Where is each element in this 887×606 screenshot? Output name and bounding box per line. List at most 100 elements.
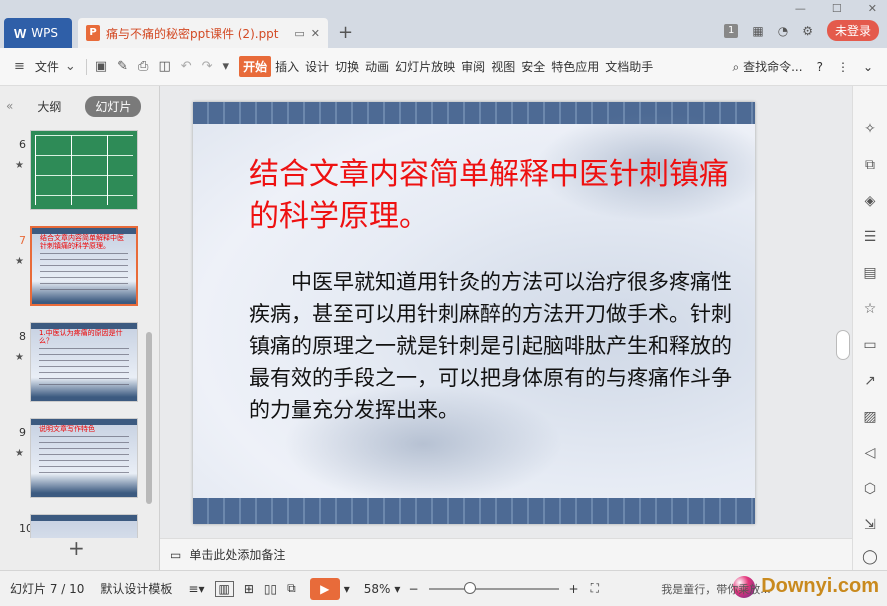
expand-icon[interactable]: ⇲ [861, 516, 879, 534]
save-icon[interactable]: ▣ [95, 59, 107, 74]
menu-insert[interactable]: 插入 [275, 58, 299, 75]
presenter-icon[interactable]: ⧉ [287, 581, 296, 596]
menu-security[interactable]: 安全 [521, 58, 545, 75]
login-button[interactable]: 未登录 [826, 20, 879, 41]
wps-home-tab[interactable]: W WPS [4, 18, 72, 48]
animation-star-icon: ★ [15, 448, 24, 459]
design-template-label[interactable]: 默认设计模板 [100, 580, 172, 597]
close-tab-icon[interactable]: ✕ [311, 27, 320, 40]
slide-thumbnail-row[interactable]: 9 ★ 说明文章写作特色 [0, 418, 150, 506]
skin-icon[interactable]: ◔ [778, 24, 788, 38]
add-slide-button[interactable]: + [68, 536, 85, 560]
table-preview [35, 135, 133, 205]
hamburger-icon[interactable]: ≡ [14, 59, 25, 74]
slide-thumbnail-row[interactable]: 6 ★ [0, 130, 150, 218]
slide-thumbnail-selected[interactable]: 结合文章内容简单解释中医针刺镇痛的科学原理。 [30, 226, 138, 306]
adjust-icon[interactable]: ☰ [861, 228, 879, 246]
slide-thumbnail-row[interactable]: 10 [0, 514, 150, 538]
current-slide[interactable]: 结合文章内容简单解释中医针刺镇痛的科学原理。 中医早就知道用针灸的方法可以治疗很… [193, 102, 755, 524]
zoom-in-icon[interactable]: + [569, 582, 579, 596]
print-preview-icon[interactable]: ◫ [158, 59, 170, 74]
monitor-icon[interactable]: ▭ [294, 27, 304, 40]
divider [85, 58, 87, 75]
more-icon[interactable]: ⋮ [837, 60, 849, 74]
slide-title[interactable]: 结合文章内容简单解释中医针刺镇痛的科学原理。 [249, 154, 739, 238]
slide-sorter-icon[interactable]: ⊞ [244, 582, 254, 596]
reading-view-icon[interactable]: ▯▯ [264, 582, 277, 596]
fit-window-icon[interactable]: ⛶ [591, 581, 599, 596]
slide-thumbnail[interactable]: 说明文章写作特色 [30, 418, 138, 498]
slide-counter: 幻灯片 7 / 10 [10, 582, 85, 596]
menu-special-apps[interactable]: 特色应用 [551, 58, 599, 75]
share-icon[interactable]: ↗ [861, 372, 879, 390]
file-menu[interactable]: 文件 [35, 58, 59, 75]
slide-thumbnail[interactable]: 1.中医认为疼痛的原因是什么？ [30, 322, 138, 402]
tab-slides[interactable]: 幻灯片 [85, 95, 142, 117]
panel-tabs: « 大纲 幻灯片 [0, 86, 159, 126]
animation-star-icon: ★ [15, 256, 24, 267]
window-count-badge[interactable]: 1 [724, 23, 739, 38]
zoom-level[interactable]: 58% [364, 582, 391, 596]
normal-view-icon[interactable]: ▥ [214, 580, 234, 597]
slide-thumbnail[interactable] [30, 130, 138, 210]
menu-review[interactable]: 审阅 [461, 58, 485, 75]
help-button[interactable]: ? [817, 60, 823, 74]
menu-slideshow[interactable]: 幻灯片放映 [395, 58, 455, 75]
document-tab[interactable]: P 痛与不痛的秘密ppt课件 (2).ppt ▭ ✕ [78, 18, 328, 48]
undo-icon[interactable]: ↶ [181, 59, 192, 74]
image-icon[interactable]: ▨ [861, 408, 879, 426]
redo-icon[interactable]: ↷ [202, 59, 213, 74]
more-dropdown-icon[interactable]: ▾ [223, 59, 230, 74]
new-tab-button[interactable]: + [338, 22, 353, 43]
slide-body-text[interactable]: 中医早就知道用针灸的方法可以治疗很多疼痛性疾病，甚至可以用针刺麻醉的方法开刀做手… [249, 266, 739, 426]
collapse-ribbon-icon[interactable]: ⌄ [863, 60, 873, 74]
menu-design[interactable]: 设计 [305, 58, 329, 75]
play-options-icon[interactable]: ▾ [344, 582, 350, 596]
close-window-icon[interactable]: ✕ [868, 2, 877, 15]
zoom-out-icon[interactable]: − [408, 582, 418, 596]
notes-toggle-icon[interactable]: ≡▾ [188, 582, 204, 596]
thumbnail-title: 说明文章写作特色 [39, 425, 95, 433]
notes-placeholder[interactable]: 单击此处添加备注 [189, 546, 285, 563]
wps-tab-label: WPS [31, 26, 58, 40]
slide-scrollbar[interactable] [836, 330, 850, 360]
slide-thumbnail-row[interactable]: 7 ★ 结合文章内容简单解释中医针刺镇痛的科学原理。 [0, 226, 150, 314]
print-icon[interactable]: ⎙ [138, 59, 148, 74]
menu-view[interactable]: 视图 [491, 58, 515, 75]
notes-bar[interactable]: ▭ 单击此处添加备注 [160, 538, 852, 570]
box-icon[interactable]: ▭ [861, 336, 879, 354]
shield-icon[interactable]: ⬡ [861, 480, 879, 498]
template-icon[interactable]: ▤ [861, 264, 879, 282]
audio-icon[interactable]: ◁ [861, 444, 879, 462]
collapse-panel-icon[interactable]: « [6, 99, 13, 113]
format-painter-icon[interactable]: ✎ [117, 59, 128, 74]
maximize-icon[interactable]: ☐ [832, 2, 842, 15]
menu-transition[interactable]: 切换 [335, 58, 359, 75]
slide-thumbnail-row[interactable]: 8 ★ 1.中医认为疼痛的原因是什么？ [0, 322, 150, 410]
paint-icon[interactable]: ◈ [861, 192, 879, 210]
zoom-slider-knob[interactable] [463, 581, 476, 594]
minimize-icon[interactable]: — [795, 2, 806, 15]
menu-start[interactable]: 开始 [239, 56, 272, 77]
zoom-dropdown-icon[interactable]: ▾ [394, 582, 400, 596]
command-search[interactable]: ⌕ 查找命令... [733, 58, 803, 75]
ppt-file-icon: P [86, 25, 100, 41]
object-animation-icon[interactable]: ✧ [861, 120, 879, 138]
menu-animation[interactable]: 动画 [365, 58, 389, 75]
grid-icon[interactable]: ▦ [752, 24, 763, 38]
zoom-slider[interactable] [428, 581, 559, 594]
slide-thumbnail[interactable] [30, 514, 138, 538]
play-slideshow-button[interactable]: ▶ [309, 577, 340, 600]
copy-style-icon[interactable]: ⧉ [861, 156, 879, 174]
slide-number: 8 [19, 330, 26, 343]
tab-outline[interactable]: 大纲 [27, 96, 71, 117]
menu-doc-assistant[interactable]: 文档助手 [605, 58, 653, 75]
thumbnail-text-lines [40, 253, 128, 293]
chevron-down-icon[interactable]: ⌄ [65, 59, 76, 74]
star-icon[interactable]: ☆ [861, 300, 879, 318]
slide-border-bottom [193, 498, 755, 524]
window-controls: — ☐ ✕ [795, 2, 877, 15]
thumbnail-scrollbar[interactable] [146, 332, 152, 504]
settings-icon[interactable]: ⚙ [802, 24, 813, 38]
help-circle-icon[interactable]: ◯ [861, 548, 879, 566]
